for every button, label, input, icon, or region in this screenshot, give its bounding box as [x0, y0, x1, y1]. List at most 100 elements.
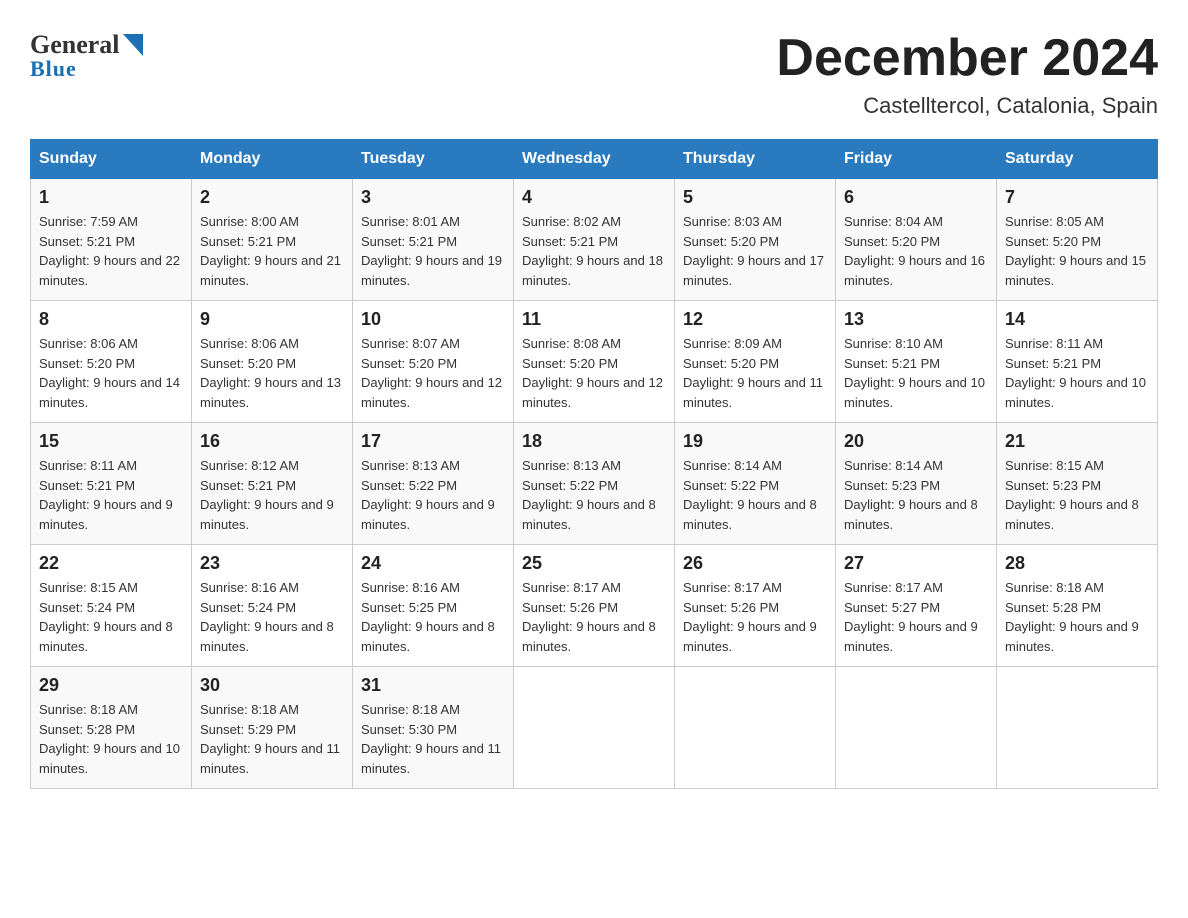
- table-row: 25 Sunrise: 8:17 AMSunset: 5:26 PMDaylig…: [514, 545, 675, 667]
- table-row: 30 Sunrise: 8:18 AMSunset: 5:29 PMDaylig…: [192, 667, 353, 789]
- table-row: 21 Sunrise: 8:15 AMSunset: 5:23 PMDaylig…: [997, 423, 1158, 545]
- day-number: 14: [1005, 309, 1149, 330]
- day-info: Sunrise: 8:08 AMSunset: 5:20 PMDaylight:…: [522, 336, 663, 410]
- day-info: Sunrise: 8:01 AMSunset: 5:21 PMDaylight:…: [361, 214, 502, 288]
- day-number: 19: [683, 431, 827, 452]
- day-number: 9: [200, 309, 344, 330]
- day-info: Sunrise: 8:17 AMSunset: 5:26 PMDaylight:…: [522, 580, 656, 654]
- calendar-week-row: 1 Sunrise: 7:59 AMSunset: 5:21 PMDayligh…: [31, 179, 1158, 301]
- table-row: 31 Sunrise: 8:18 AMSunset: 5:30 PMDaylig…: [353, 667, 514, 789]
- day-info: Sunrise: 8:17 AMSunset: 5:26 PMDaylight:…: [683, 580, 817, 654]
- table-row: 24 Sunrise: 8:16 AMSunset: 5:25 PMDaylig…: [353, 545, 514, 667]
- day-info: Sunrise: 8:05 AMSunset: 5:20 PMDaylight:…: [1005, 214, 1146, 288]
- table-row: 8 Sunrise: 8:06 AMSunset: 5:20 PMDayligh…: [31, 301, 192, 423]
- table-row: 2 Sunrise: 8:00 AMSunset: 5:21 PMDayligh…: [192, 179, 353, 301]
- day-info: Sunrise: 8:12 AMSunset: 5:21 PMDaylight:…: [200, 458, 334, 532]
- table-row: 4 Sunrise: 8:02 AMSunset: 5:21 PMDayligh…: [514, 179, 675, 301]
- table-row: 14 Sunrise: 8:11 AMSunset: 5:21 PMDaylig…: [997, 301, 1158, 423]
- table-row: 22 Sunrise: 8:15 AMSunset: 5:24 PMDaylig…: [31, 545, 192, 667]
- day-info: Sunrise: 8:06 AMSunset: 5:20 PMDaylight:…: [39, 336, 180, 410]
- day-info: Sunrise: 8:18 AMSunset: 5:30 PMDaylight:…: [361, 702, 501, 776]
- day-number: 28: [1005, 553, 1149, 574]
- table-row: 20 Sunrise: 8:14 AMSunset: 5:23 PMDaylig…: [836, 423, 997, 545]
- table-row: [836, 667, 997, 789]
- day-number: 29: [39, 675, 183, 696]
- table-row: 27 Sunrise: 8:17 AMSunset: 5:27 PMDaylig…: [836, 545, 997, 667]
- day-info: Sunrise: 8:06 AMSunset: 5:20 PMDaylight:…: [200, 336, 341, 410]
- day-info: Sunrise: 8:16 AMSunset: 5:24 PMDaylight:…: [200, 580, 334, 654]
- day-number: 11: [522, 309, 666, 330]
- calendar-week-row: 8 Sunrise: 8:06 AMSunset: 5:20 PMDayligh…: [31, 301, 1158, 423]
- day-number: 27: [844, 553, 988, 574]
- day-info: Sunrise: 8:13 AMSunset: 5:22 PMDaylight:…: [522, 458, 656, 532]
- day-number: 10: [361, 309, 505, 330]
- day-number: 2: [200, 187, 344, 208]
- logo-blue-text: Blue: [30, 56, 77, 82]
- day-info: Sunrise: 8:11 AMSunset: 5:21 PMDaylight:…: [39, 458, 173, 532]
- table-row: 5 Sunrise: 8:03 AMSunset: 5:20 PMDayligh…: [675, 179, 836, 301]
- day-number: 6: [844, 187, 988, 208]
- table-row: 10 Sunrise: 8:07 AMSunset: 5:20 PMDaylig…: [353, 301, 514, 423]
- day-number: 17: [361, 431, 505, 452]
- day-number: 30: [200, 675, 344, 696]
- day-info: Sunrise: 7:59 AMSunset: 5:21 PMDaylight:…: [39, 214, 180, 288]
- day-info: Sunrise: 8:04 AMSunset: 5:20 PMDaylight:…: [844, 214, 985, 288]
- table-row: 28 Sunrise: 8:18 AMSunset: 5:28 PMDaylig…: [997, 545, 1158, 667]
- day-info: Sunrise: 8:03 AMSunset: 5:20 PMDaylight:…: [683, 214, 824, 288]
- table-row: 12 Sunrise: 8:09 AMSunset: 5:20 PMDaylig…: [675, 301, 836, 423]
- day-info: Sunrise: 8:16 AMSunset: 5:25 PMDaylight:…: [361, 580, 495, 654]
- table-row: 6 Sunrise: 8:04 AMSunset: 5:20 PMDayligh…: [836, 179, 997, 301]
- day-number: 26: [683, 553, 827, 574]
- table-row: 16 Sunrise: 8:12 AMSunset: 5:21 PMDaylig…: [192, 423, 353, 545]
- day-info: Sunrise: 8:10 AMSunset: 5:21 PMDaylight:…: [844, 336, 985, 410]
- day-info: Sunrise: 8:00 AMSunset: 5:21 PMDaylight:…: [200, 214, 341, 288]
- day-info: Sunrise: 8:07 AMSunset: 5:20 PMDaylight:…: [361, 336, 502, 410]
- day-info: Sunrise: 8:18 AMSunset: 5:28 PMDaylight:…: [39, 702, 180, 776]
- table-row: 13 Sunrise: 8:10 AMSunset: 5:21 PMDaylig…: [836, 301, 997, 423]
- day-info: Sunrise: 8:15 AMSunset: 5:23 PMDaylight:…: [1005, 458, 1139, 532]
- table-row: 23 Sunrise: 8:16 AMSunset: 5:24 PMDaylig…: [192, 545, 353, 667]
- day-number: 12: [683, 309, 827, 330]
- table-row: 18 Sunrise: 8:13 AMSunset: 5:22 PMDaylig…: [514, 423, 675, 545]
- table-row: [997, 667, 1158, 789]
- day-number: 20: [844, 431, 988, 452]
- page-header: General Blue December 2024 Castelltercol…: [30, 30, 1158, 119]
- day-number: 15: [39, 431, 183, 452]
- calendar-week-row: 22 Sunrise: 8:15 AMSunset: 5:24 PMDaylig…: [31, 545, 1158, 667]
- table-row: 1 Sunrise: 7:59 AMSunset: 5:21 PMDayligh…: [31, 179, 192, 301]
- day-info: Sunrise: 8:02 AMSunset: 5:21 PMDaylight:…: [522, 214, 663, 288]
- table-row: 11 Sunrise: 8:08 AMSunset: 5:20 PMDaylig…: [514, 301, 675, 423]
- day-info: Sunrise: 8:15 AMSunset: 5:24 PMDaylight:…: [39, 580, 173, 654]
- col-friday: Friday: [836, 140, 997, 179]
- day-number: 4: [522, 187, 666, 208]
- day-number: 23: [200, 553, 344, 574]
- col-thursday: Thursday: [675, 140, 836, 179]
- table-row: 15 Sunrise: 8:11 AMSunset: 5:21 PMDaylig…: [31, 423, 192, 545]
- table-row: 9 Sunrise: 8:06 AMSunset: 5:20 PMDayligh…: [192, 301, 353, 423]
- day-number: 18: [522, 431, 666, 452]
- day-info: Sunrise: 8:18 AMSunset: 5:29 PMDaylight:…: [200, 702, 340, 776]
- logo: General Blue: [30, 30, 143, 82]
- calendar-title: December 2024: [776, 30, 1158, 87]
- day-number: 21: [1005, 431, 1149, 452]
- col-sunday: Sunday: [31, 140, 192, 179]
- day-info: Sunrise: 8:18 AMSunset: 5:28 PMDaylight:…: [1005, 580, 1139, 654]
- day-number: 16: [200, 431, 344, 452]
- day-number: 22: [39, 553, 183, 574]
- table-row: 29 Sunrise: 8:18 AMSunset: 5:28 PMDaylig…: [31, 667, 192, 789]
- day-info: Sunrise: 8:14 AMSunset: 5:23 PMDaylight:…: [844, 458, 978, 532]
- day-number: 8: [39, 309, 183, 330]
- day-number: 5: [683, 187, 827, 208]
- calendar-subtitle: Castelltercol, Catalonia, Spain: [776, 93, 1158, 119]
- day-number: 3: [361, 187, 505, 208]
- calendar-header-row: Sunday Monday Tuesday Wednesday Thursday…: [31, 140, 1158, 179]
- day-number: 7: [1005, 187, 1149, 208]
- day-number: 31: [361, 675, 505, 696]
- logo-flag-icon: [123, 34, 143, 56]
- col-monday: Monday: [192, 140, 353, 179]
- col-saturday: Saturday: [997, 140, 1158, 179]
- table-row: 7 Sunrise: 8:05 AMSunset: 5:20 PMDayligh…: [997, 179, 1158, 301]
- day-info: Sunrise: 8:13 AMSunset: 5:22 PMDaylight:…: [361, 458, 495, 532]
- table-row: 19 Sunrise: 8:14 AMSunset: 5:22 PMDaylig…: [675, 423, 836, 545]
- table-row: [675, 667, 836, 789]
